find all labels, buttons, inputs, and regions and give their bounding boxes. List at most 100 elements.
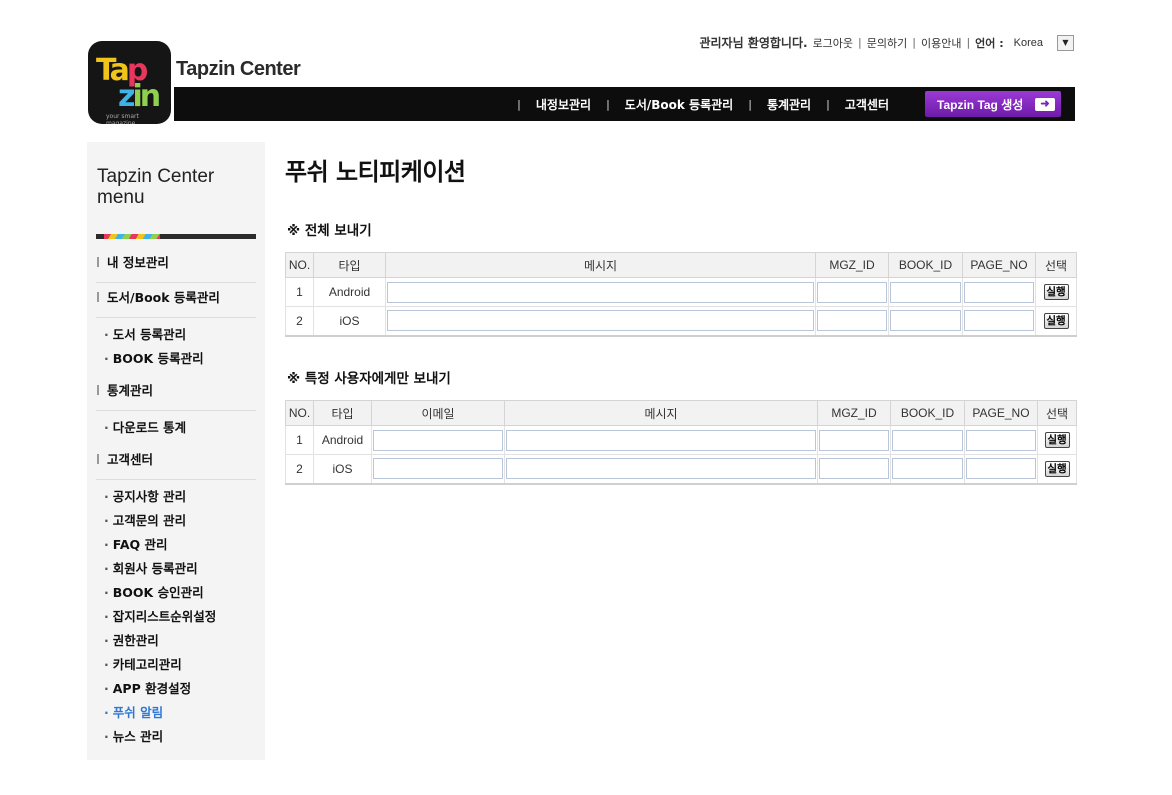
page-no-input[interactable] — [964, 281, 1034, 303]
column-header-book-id: BOOK_ID — [890, 400, 965, 426]
column-header-email: 이메일 — [371, 400, 505, 426]
email-input[interactable] — [373, 458, 503, 480]
execute-button[interactable]: 실행 — [1043, 312, 1069, 329]
book-id-input[interactable] — [892, 458, 963, 480]
message-input[interactable] — [506, 429, 816, 451]
nav-separator: | — [517, 97, 521, 111]
column-header-page-no: PAGE_NO — [962, 252, 1036, 278]
book-id-input[interactable] — [890, 310, 961, 332]
send-specific-table: NO. 타입 이메일 메시지 MGZ_ID BOOK_ID PAGE_NO 선택… — [285, 400, 1077, 485]
column-header-no: NO. — [285, 400, 314, 426]
page-no-input[interactable] — [964, 310, 1034, 332]
column-header-book-id: BOOK_ID — [888, 252, 963, 278]
column-header-mgz-id: MGZ_ID — [815, 252, 889, 278]
tapzin-logo[interactable]: Tap zin your smart magazine — [88, 41, 171, 124]
sidebar-section-statistics[interactable]: 통계관리 — [96, 376, 256, 411]
nav-separator: | — [748, 97, 752, 111]
sidebar-section-book-registration[interactable]: 도서/Book 등록관리 — [96, 283, 256, 318]
message-input[interactable] — [387, 281, 814, 303]
nav-separator: | — [606, 97, 610, 111]
sidebar-item-book-approval[interactable]: BOOK 승인관리 — [104, 582, 256, 606]
execute-button[interactable]: 실행 — [1043, 284, 1069, 300]
execute-button[interactable]: 실행 — [1044, 432, 1070, 448]
email-input[interactable] — [373, 429, 503, 451]
sidebar-item-member-company[interactable]: 회원사 등록관리 — [104, 558, 256, 582]
welcome-user-name: 관리자 — [699, 36, 733, 50]
table-row: 1 Android 실행 — [285, 277, 1077, 307]
column-header-mgz-id: MGZ_ID — [817, 400, 891, 426]
table-header-row: NO. 타입 메시지 MGZ_ID BOOK_ID PAGE_NO 선택 — [285, 252, 1077, 278]
language-select-value[interactable]: Korea — [1014, 37, 1043, 49]
sidebar-divider — [96, 234, 256, 239]
mgz-id-input[interactable] — [819, 429, 889, 451]
sidebar-item-book-register[interactable]: 도서 등록관리 — [104, 324, 256, 348]
column-header-select: 선택 — [1037, 400, 1077, 426]
mgz-id-input[interactable] — [817, 310, 887, 332]
column-header-message: 메시지 — [385, 252, 816, 278]
row-number: 1 — [285, 277, 314, 307]
sidebar-item-ebook-register[interactable]: BOOK 등록관리 — [104, 348, 256, 372]
sidebar-item-news[interactable]: 뉴스 관리 — [104, 726, 256, 750]
page-no-input[interactable] — [966, 458, 1036, 480]
column-header-type: 타입 — [313, 252, 386, 278]
language-label: 언어 : — [975, 36, 1004, 50]
nav-item-statistics[interactable]: 통계관리 — [767, 96, 811, 113]
sidebar-item-notice[interactable]: 공지사항 관리 — [104, 486, 256, 510]
sidebar-section-my-info[interactable]: 내 정보관리 — [96, 248, 256, 283]
send-all-title: ※ 전체 보내기 — [287, 223, 372, 239]
brand-title[interactable]: Tapzin Center — [176, 58, 301, 81]
nav-item-book-registration[interactable]: 도서/Book 등록관리 — [625, 96, 733, 113]
sidebar-item-download-stats[interactable]: 다운로드 통계 — [104, 417, 256, 441]
execute-button[interactable]: 실행 — [1044, 460, 1070, 477]
arrow-right-icon: ➜ — [1035, 97, 1055, 111]
sidebar-item-magazine-ranking[interactable]: 잡지리스트순위설정 — [104, 606, 256, 630]
table-row: 2 iOS 실행 — [285, 306, 1077, 337]
sidebar-item-permissions[interactable]: 권한관리 — [104, 630, 256, 654]
page-no-input[interactable] — [966, 429, 1036, 451]
sidebar-item-category[interactable]: 카테고리관리 — [104, 654, 256, 678]
logout-link[interactable]: 로그아웃 — [813, 35, 853, 51]
page-title: 푸쉬 노티피케이션 — [285, 158, 466, 186]
guide-link[interactable]: 이용안내 — [921, 35, 961, 51]
book-id-input[interactable] — [892, 429, 963, 451]
column-header-type: 타입 — [313, 400, 372, 426]
row-number: 2 — [285, 454, 314, 485]
nav-separator: | — [826, 97, 830, 111]
sidebar-item-faq[interactable]: FAQ 관리 — [104, 534, 256, 558]
nav-item-my-info[interactable]: 내정보관리 — [536, 96, 591, 113]
main-nav-bar: | 내정보관리 | 도서/Book 등록관리 | 통계관리 | 고객센터 Tap… — [174, 87, 1075, 121]
row-number: 1 — [285, 425, 314, 455]
row-type: iOS — [313, 306, 386, 337]
sidebar-section-customer-center[interactable]: 고객센터 — [96, 445, 256, 480]
welcome-message: 님 환영합니다. — [732, 36, 808, 50]
separator: | — [858, 36, 862, 49]
logo-text-2b: in — [132, 79, 161, 114]
row-number: 2 — [285, 306, 314, 337]
message-input[interactable] — [506, 458, 816, 480]
message-input[interactable] — [387, 310, 814, 332]
book-id-input[interactable] — [890, 281, 961, 303]
tapzin-tag-create-button[interactable]: Tapzin Tag 생성 ➜ — [925, 91, 1061, 117]
sidebar: Tapzin Center menu 내 정보관리 도서/Book 등록관리 도… — [87, 142, 265, 760]
send-all-table: NO. 타입 메시지 MGZ_ID BOOK_ID PAGE_NO 선택 1 A… — [285, 252, 1077, 337]
row-type: iOS — [313, 454, 372, 485]
mgz-id-input[interactable] — [819, 458, 889, 480]
inquiry-link[interactable]: 문의하기 — [867, 35, 907, 51]
separator: | — [912, 36, 916, 49]
logo-text-2a: z — [118, 79, 136, 114]
column-header-no: NO. — [285, 252, 314, 278]
sidebar-item-push-alert[interactable]: 푸쉬 알림 — [104, 702, 256, 726]
sidebar-item-app-settings[interactable]: APP 환경설정 — [104, 678, 256, 702]
sidebar-item-inquiry[interactable]: 고객문의 관리 — [104, 510, 256, 534]
tapzin-tag-create-label: Tapzin Tag 생성 — [937, 97, 1024, 112]
column-header-page-no: PAGE_NO — [964, 400, 1038, 426]
send-specific-title: ※ 특정 사용자에게만 보내기 — [287, 371, 451, 387]
nav-item-customer-center[interactable]: 고객센터 — [845, 96, 889, 113]
logo-mark: Tap zin your smart magazine — [96, 53, 163, 124]
mgz-id-input[interactable] — [817, 281, 887, 303]
table-row: 2 iOS 실행 — [285, 454, 1077, 485]
column-header-message: 메시지 — [504, 400, 818, 426]
chevron-down-icon[interactable]: ▼ — [1057, 34, 1074, 51]
sidebar-menu: 내 정보관리 도서/Book 등록관리 도서 등록관리 BOOK 등록관리 통계… — [96, 248, 256, 754]
row-type: Android — [313, 425, 372, 455]
